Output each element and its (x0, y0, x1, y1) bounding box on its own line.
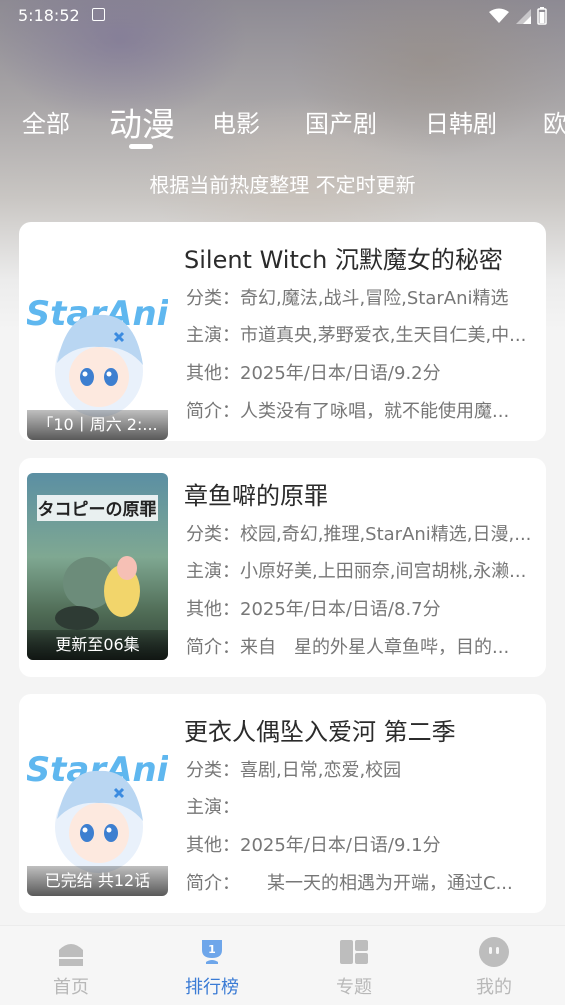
poster-badge: 更新至06集 (27, 630, 168, 660)
category-value: 校园,奇幻,推理,StarAni精选,日漫,... (240, 524, 532, 545)
nav-profile-label: 我的 (476, 977, 512, 998)
cast-value: 市道真央,茅野爱衣,生天目仁美,中... (240, 325, 527, 346)
poster-badge: 已完结 共12话 (27, 866, 168, 896)
ranking-card[interactable]: StarAni 「10丨周六 2:... Silent Witch 沉默魔女的秘… (19, 222, 546, 441)
poster-badge: 「10丨周六 2:... (27, 410, 168, 440)
cast-value: 小原好美,上田丽奈,间宫胡桃,永濑... (240, 561, 527, 582)
category-label: 分类： (186, 288, 240, 309)
tab-anime[interactable]: 动漫 (109, 98, 175, 146)
trophy-badge: 1 (208, 943, 216, 956)
active-tab-indicator (129, 144, 153, 149)
other-row: 其他：2025年/日本/日语/9.1分 (186, 831, 536, 857)
card-title[interactable]: 更衣人偶坠入爱河 第二季 (184, 712, 456, 747)
category-row: 分类：喜剧,日常,恋爱,校园 (186, 756, 536, 782)
nav-profile[interactable]: 我的 (444, 926, 544, 1005)
home-icon (59, 944, 83, 966)
tab-movie[interactable]: 电影 (212, 104, 260, 139)
category-label: 分类： (186, 524, 240, 545)
intro-label: 简介： (186, 637, 240, 658)
wifi-icon (489, 8, 509, 23)
status-bar: 5:18:52 (0, 0, 565, 32)
status-time: 5:18:52 (18, 6, 80, 25)
bottom-nav: 首页 1 排行榜 专题 我的 (0, 925, 565, 1005)
grid-icon (340, 940, 368, 964)
ranking-card[interactable]: タコピーの原罪 更新至06集 章鱼噼的原罪 分类：校园,奇幻,推理,StarAn… (19, 458, 546, 677)
status-icons (489, 7, 547, 25)
category-row: 分类：校园,奇幻,推理,StarAni精选,日漫,... (186, 520, 536, 546)
intro-row: 简介：人类没有了咏唱，就不能使用魔... (186, 397, 536, 423)
poster-image: タコピーの原罪 更新至06集 (27, 473, 168, 660)
other-row: 其他：2025年/日本/日语/9.2分 (186, 359, 536, 385)
poster-logo: タコピーの原罪 (38, 500, 157, 520)
ranking-card[interactable]: StarAni 已完结 共12话 更衣人偶坠入爱河 第二季 分类：喜剧,日常,恋… (19, 694, 546, 913)
card-title[interactable]: 章鱼噼的原罪 (184, 476, 328, 511)
cast-row: 主演：小原好美,上田丽奈,间宫胡桃,永濑... (186, 557, 536, 583)
cast-row: 主演： (186, 793, 536, 819)
battery-icon (537, 7, 547, 25)
cast-row: 主演：市道真央,茅野爱衣,生天目仁美,中... (186, 321, 536, 347)
category-label: 分类： (186, 760, 240, 781)
tab-western[interactable]: 欧 (543, 104, 565, 139)
other-value: 2025年/日本/日语/8.7分 (240, 599, 441, 620)
other-label: 其他： (186, 363, 240, 384)
tab-all[interactable]: 全部 (22, 104, 70, 139)
cast-label: 主演： (186, 325, 240, 346)
other-value: 2025年/日本/日语/9.2分 (240, 363, 441, 384)
nav-home-label: 首页 (53, 977, 89, 998)
cast-label: 主演： (186, 561, 240, 582)
category-value: 喜剧,日常,恋爱,校园 (240, 760, 402, 781)
ranking-subtitle: 根据当前热度整理 不定时更新 (149, 173, 416, 197)
signal-icon (516, 9, 531, 24)
trophy-icon: 1 (202, 940, 222, 964)
notification-icon (92, 8, 105, 21)
nav-ranking[interactable]: 1 排行榜 (162, 926, 262, 1005)
intro-value: 人类没有了咏唱，就不能使用魔... (240, 401, 510, 422)
nav-ranking-label: 排行榜 (185, 977, 239, 998)
intro-value: 某一天的相遇为开端，通过C... (231, 873, 513, 894)
nav-home[interactable]: 首页 (21, 926, 121, 1005)
intro-label: 简介： (186, 873, 231, 894)
intro-row: 简介： 某一天的相遇为开端，通过C... (186, 869, 536, 895)
tab-domestic-drama[interactable]: 国产剧 (305, 104, 377, 139)
other-label: 其他： (186, 599, 240, 620)
profile-icon (479, 937, 509, 967)
other-value: 2025年/日本/日语/9.1分 (240, 835, 441, 856)
poster-image: StarAni 已完结 共12话 (27, 709, 168, 896)
tab-jk-drama[interactable]: 日韩剧 (425, 104, 497, 139)
category-row: 分类：奇幻,魔法,战斗,冒险,StarAni精选 (186, 284, 536, 310)
category-value: 奇幻,魔法,战斗,冒险,StarAni精选 (240, 288, 509, 309)
poster-image: StarAni 「10丨周六 2:... (27, 253, 168, 440)
other-row: 其他：2025年/日本/日语/8.7分 (186, 595, 536, 621)
intro-label: 简介： (186, 401, 240, 422)
nav-topics-label: 专题 (336, 977, 372, 998)
card-title[interactable]: Silent Witch 沉默魔女的秘密 (184, 240, 503, 275)
intro-row: 简介：来自 星的外星人章鱼哔，目的... (186, 633, 536, 659)
nav-topics[interactable]: 专题 (304, 926, 404, 1005)
cast-label: 主演： (186, 797, 240, 818)
intro-value: 来自 星的外星人章鱼哔，目的... (240, 637, 510, 658)
other-label: 其他： (186, 835, 240, 856)
